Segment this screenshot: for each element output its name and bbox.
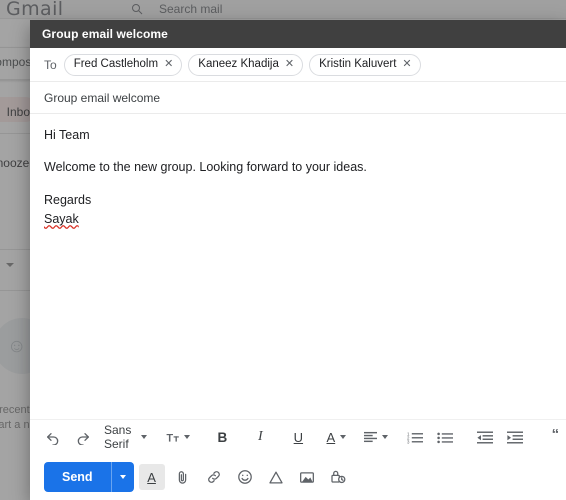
font-family-value: Sans Serif xyxy=(104,423,132,451)
chevron-down-icon[interactable] xyxy=(6,263,14,267)
compose-window: Group email welcome To Fred Castleholm ✕… xyxy=(30,20,566,500)
align-icon[interactable] xyxy=(360,424,390,450)
chevron-down-icon xyxy=(119,475,126,479)
recipient-chips: Fred Castleholm ✕ Kaneez Khadija ✕ Krist… xyxy=(63,54,421,76)
compose-window-title: Group email welcome xyxy=(42,27,168,41)
italic-button[interactable]: I xyxy=(241,424,279,450)
send-options-button[interactable] xyxy=(112,462,134,492)
recipient-chip-label: Kristin Kaluvert xyxy=(319,58,397,70)
gmail-top-bar xyxy=(0,0,566,19)
confidential-lock-clock-icon[interactable] xyxy=(325,464,351,490)
emoji-icon[interactable] xyxy=(232,464,258,490)
paperclip-icon[interactable] xyxy=(170,464,196,490)
chevron-down-icon xyxy=(382,435,389,439)
recipient-chip-label: Fred Castleholm xyxy=(73,58,159,70)
undo-icon[interactable] xyxy=(38,424,68,450)
compose-window-header[interactable]: Group email welcome xyxy=(30,20,566,48)
formatting-toolbar: Sans Serif B I U A 1 2 3 “ xyxy=(30,419,566,454)
chat-face-icon: ☺ xyxy=(7,336,27,357)
bold-button[interactable]: B xyxy=(203,424,241,450)
close-icon[interactable]: ✕ xyxy=(402,56,411,73)
body-signoff: Regards xyxy=(44,192,92,207)
to-label: To xyxy=(44,58,57,72)
recipient-chip[interactable]: Kristin Kaluvert ✕ xyxy=(309,54,421,76)
body-greeting: Hi Team xyxy=(44,128,90,142)
close-icon[interactable]: ✕ xyxy=(164,56,173,73)
subject-input[interactable]: Group email welcome xyxy=(30,82,566,114)
send-button[interactable]: Send xyxy=(44,462,111,492)
body-paragraph: Welcome to the new group. Looking forwar… xyxy=(44,160,367,175)
link-icon[interactable] xyxy=(201,464,227,490)
font-size-icon[interactable] xyxy=(163,424,193,450)
formatting-options-icon[interactable]: A xyxy=(138,464,165,490)
recipient-chip-label: Kaneez Khadija xyxy=(198,58,279,70)
underline-button[interactable]: U xyxy=(279,424,317,450)
close-icon[interactable]: ✕ xyxy=(285,56,294,73)
indent-less-icon[interactable] xyxy=(470,424,500,450)
bulleted-list-icon[interactable] xyxy=(430,424,460,450)
search-icon xyxy=(132,4,143,15)
recipients-field[interactable]: To Fred Castleholm ✕ Kaneez Khadija ✕ Kr… xyxy=(30,48,566,82)
send-bar: Send A xyxy=(30,454,566,500)
text-color-glyph: A xyxy=(326,429,336,445)
image-icon[interactable] xyxy=(294,464,320,490)
svg-text:3: 3 xyxy=(407,439,410,444)
numbered-list-icon[interactable]: 1 2 3 xyxy=(400,424,430,450)
redo-icon[interactable] xyxy=(68,424,98,450)
gmail-logo: Gmail xyxy=(6,0,64,20)
indent-more-icon[interactable] xyxy=(500,424,530,450)
quote-icon[interactable]: “ xyxy=(540,421,566,453)
send-button-group[interactable]: Send xyxy=(44,462,134,492)
chevron-down-icon xyxy=(340,435,347,439)
text-color-button[interactable]: A xyxy=(317,424,350,450)
chevron-down-icon xyxy=(141,435,148,439)
message-body-input[interactable]: Hi Team Welcome to the new group. Lookin… xyxy=(30,114,566,419)
recipient-chip[interactable]: Fred Castleholm ✕ xyxy=(63,54,183,76)
drive-icon[interactable] xyxy=(263,464,289,490)
body-signature: Sayak xyxy=(44,212,79,227)
recipient-chip[interactable]: Kaneez Khadija ✕ xyxy=(188,54,304,76)
font-family-select[interactable]: Sans Serif xyxy=(98,423,153,451)
chevron-down-icon xyxy=(184,435,191,439)
search-input[interactable]: Search mail xyxy=(159,2,222,16)
